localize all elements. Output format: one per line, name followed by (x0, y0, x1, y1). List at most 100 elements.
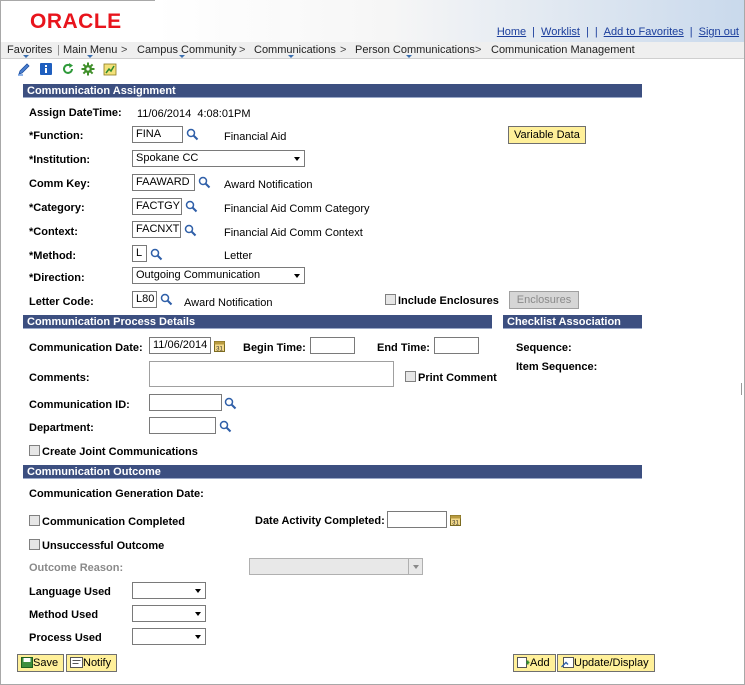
institution-select[interactable]: Spokane CC (132, 150, 305, 167)
breadcrumb-communications[interactable]: Communications (254, 44, 336, 56)
print-comment-label: Print Comment (418, 372, 497, 384)
end-time-field[interactable] (434, 337, 479, 354)
add-label: Add (530, 657, 550, 669)
chevron-down-icon (195, 589, 201, 593)
context-description: Financial Aid Comm Context (224, 227, 363, 239)
resize-handle[interactable] (741, 383, 745, 395)
dropdown-marker-icon (23, 55, 29, 58)
date-activity-completed-label: Date Activity Completed: (255, 515, 385, 527)
comm-id-label: Communication ID: (29, 399, 130, 411)
home-link[interactable]: Home (497, 26, 526, 38)
category-field[interactable]: FACTGY (132, 198, 182, 215)
edit-pencil-icon[interactable] (17, 62, 31, 76)
save-button[interactable]: Save (17, 654, 65, 672)
lookup-icon[interactable] (219, 420, 232, 433)
worklist-link[interactable]: Worklist (541, 26, 580, 38)
divider: | (57, 44, 60, 56)
letter-code-field[interactable]: L80 (132, 291, 157, 308)
section-communication-outcome: Communication Outcome (23, 465, 642, 479)
notify-button[interactable]: Notify (66, 654, 118, 672)
department-field[interactable] (149, 417, 216, 434)
lookup-icon[interactable] (198, 176, 211, 189)
svg-text:31: 31 (216, 347, 223, 353)
update-display-icon (561, 657, 574, 668)
institution-select-value: Spokane CC (136, 152, 199, 164)
section-communication-assignment: Communication Assignment (23, 84, 642, 98)
letter-code-description: Award Notification (184, 297, 273, 309)
process-used-label: Process Used (29, 632, 102, 644)
lookup-icon[interactable] (224, 397, 237, 410)
direction-label: *Direction: (29, 272, 85, 284)
settings-gear-icon[interactable] (81, 62, 95, 76)
language-used-select[interactable] (132, 582, 206, 599)
sign-out-link[interactable]: Sign out (699, 26, 739, 38)
comm-date-field[interactable]: 11/06/2014 (149, 337, 211, 354)
assign-datetime-label: Assign DateTime: (29, 107, 122, 119)
unsuccessful-outcome-checkbox[interactable] (29, 539, 40, 550)
language-used-label: Language Used (29, 586, 111, 598)
update-display-button[interactable]: Update/Display (557, 654, 655, 672)
comm-key-field[interactable]: FAAWARD (132, 174, 195, 191)
direction-select-value: Outgoing Communication (136, 269, 261, 281)
communication-completed-checkbox[interactable] (29, 515, 40, 526)
chevron-down-icon (294, 157, 300, 161)
include-enclosures-checkbox[interactable] (385, 294, 396, 305)
breadcrumb-campus-community[interactable]: Campus Community (137, 44, 237, 56)
comm-id-field[interactable] (149, 394, 222, 411)
begin-time-field[interactable] (310, 337, 355, 354)
function-description: Financial Aid (224, 131, 287, 143)
dropdown-marker-icon (179, 55, 185, 58)
link-separator: | (532, 26, 536, 38)
method-field[interactable]: L (132, 245, 147, 262)
lookup-icon[interactable] (184, 224, 197, 237)
refresh-icon[interactable] (61, 62, 75, 76)
lookup-icon[interactable] (160, 293, 173, 306)
dropdown-marker-icon (87, 55, 93, 58)
link-separator: | (689, 26, 693, 38)
print-comment-checkbox[interactable] (405, 371, 416, 382)
unsuccessful-outcome-label: Unsuccessful Outcome (42, 540, 165, 552)
calendar-icon[interactable]: 31 (450, 514, 461, 526)
breadcrumb-arrow: > (121, 44, 128, 56)
sequence-label: Sequence: (516, 342, 572, 354)
dropdown-marker-icon (406, 55, 412, 58)
process-used-select[interactable] (132, 628, 206, 645)
chevron-down-icon (195, 635, 201, 639)
date-activity-completed-field[interactable] (387, 511, 447, 528)
comments-label: Comments: (29, 372, 90, 384)
context-label: *Context: (29, 226, 78, 238)
method-used-select[interactable] (132, 605, 206, 622)
link-separator: | (594, 26, 598, 38)
function-field[interactable]: FINA (132, 126, 183, 143)
update-display-label: Update/Display (574, 657, 649, 669)
item-sequence-label: Item Sequence: (516, 361, 598, 373)
add-to-favorites-link[interactable]: Add to Favorites (604, 26, 684, 38)
add-icon (517, 657, 530, 668)
oracle-logo: ORACLE (30, 10, 122, 33)
notify-icon (70, 657, 83, 668)
include-enclosures-label: Include Enclosures (398, 295, 499, 307)
enclosures-button[interactable]: Enclosures (509, 291, 579, 309)
outcome-reason-select[interactable] (249, 558, 423, 575)
lookup-icon[interactable] (185, 200, 198, 213)
create-joint-communications-checkbox[interactable] (29, 445, 40, 456)
comments-textarea[interactable] (149, 361, 394, 387)
add-button[interactable]: Add (513, 654, 556, 672)
info-icon[interactable] (39, 62, 53, 76)
breadcrumb-communication-management: Communication Management (491, 44, 635, 56)
lookup-icon[interactable] (186, 128, 199, 141)
save-icon (21, 657, 33, 668)
direction-select[interactable]: Outgoing Communication (132, 267, 305, 284)
department-label: Department: (29, 422, 94, 434)
chevron-down-icon (294, 274, 300, 278)
breadcrumb-favorites[interactable]: Favorites (7, 44, 52, 56)
breadcrumb-person-communications[interactable]: Person Communications (355, 44, 475, 56)
chart-icon[interactable] (103, 62, 117, 76)
context-field[interactable]: FACNXT (132, 221, 181, 238)
institution-label: *Institution: (29, 154, 91, 166)
lookup-icon[interactable] (150, 248, 163, 261)
calendar-icon[interactable]: 31 (214, 340, 225, 352)
breadcrumb-arrow: > (239, 44, 246, 56)
category-description: Financial Aid Comm Category (224, 203, 370, 215)
variable-data-button[interactable]: Variable Data (508, 126, 586, 144)
